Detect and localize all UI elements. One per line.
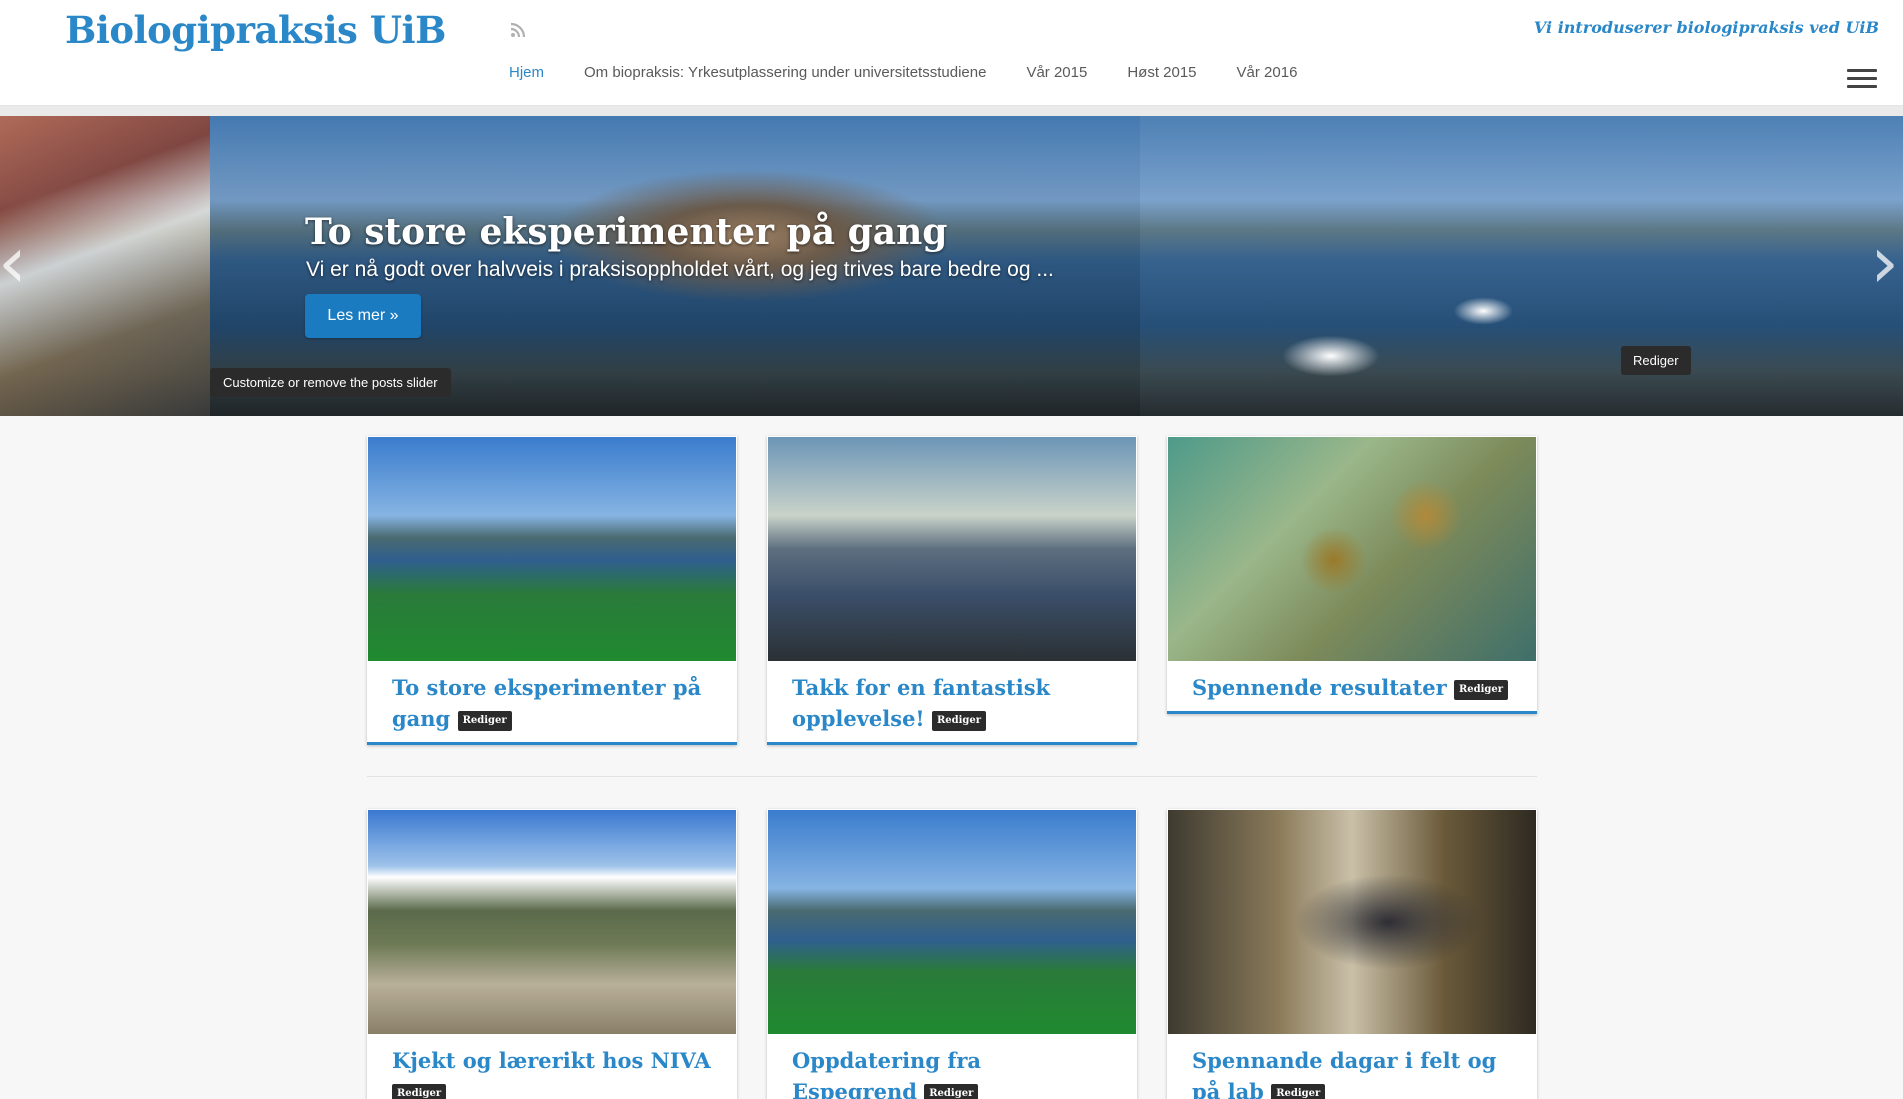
post-thumbnail[interactable] <box>768 437 1136 661</box>
post-card: To store eksperimenter på gang Rediger <box>367 436 737 745</box>
post-edit-button[interactable]: Rediger <box>924 1083 979 1099</box>
post-title-link[interactable]: To store eksperimenter på gang Rediger <box>367 662 737 742</box>
nav-item-om-biopraksis[interactable]: Om biopraksis: Yrkesutplassering under u… <box>584 64 986 81</box>
main-nav: Hjem Om biopraksis: Yrkesutplassering un… <box>509 64 1297 81</box>
post-edit-button[interactable]: Rediger <box>457 710 512 731</box>
post-thumbnail[interactable] <box>368 810 736 1034</box>
customize-slider-button[interactable]: Customize or remove the posts slider <box>210 368 451 397</box>
post-card: Kjekt og lærerikt hos NIVA Rediger <box>367 809 737 1099</box>
nav-item-hjem[interactable]: Hjem <box>509 64 544 81</box>
slide-image-right <box>1140 116 1903 416</box>
post-title[interactable]: Kjekt og lærerikt hos NIVA <box>392 1048 711 1073</box>
nav-item-var-2016[interactable]: Vår 2016 <box>1237 64 1298 81</box>
post-title[interactable]: Spennende resultater <box>1192 675 1447 700</box>
nav-item-var-2015[interactable]: Vår 2015 <box>1026 64 1087 81</box>
post-title-link[interactable]: Kjekt og lærerikt hos NIVA Rediger <box>367 1035 737 1099</box>
post-card: Spennande dagar i felt og på lab Rediger <box>1167 809 1537 1099</box>
post-card: Takk for en fantastisk opplevelse! Redig… <box>767 436 1137 745</box>
post-edit-button[interactable]: Rediger <box>1453 679 1509 700</box>
post-thumbnail[interactable] <box>368 437 736 661</box>
hamburger-menu-icon[interactable] <box>1847 69 1877 89</box>
post-title[interactable]: Spennande dagar i felt og på lab <box>1192 1048 1496 1099</box>
post-thumbnail[interactable] <box>1168 437 1536 661</box>
hamburger-line <box>1847 69 1877 72</box>
post-thumbnail[interactable] <box>768 810 1136 1034</box>
post-title[interactable]: To store eksperimenter på gang <box>392 675 701 731</box>
slider-prev-icon[interactable]: ‹ <box>0 226 27 298</box>
row-divider <box>367 776 1537 777</box>
slide-excerpt: Vi er nå godt over halvveis i praksisopp… <box>306 258 1054 281</box>
post-thumbnail[interactable] <box>1168 810 1536 1034</box>
site-header: Biologipraksis UiB Vi introduserer biolo… <box>0 0 1903 106</box>
post-title-link[interactable]: Takk for en fantastisk opplevelse! Redig… <box>767 662 1137 742</box>
post-title[interactable]: Takk for en fantastisk opplevelse! <box>792 675 1050 731</box>
post-edit-button[interactable]: Rediger <box>392 1083 447 1099</box>
site-tagline: Vi introduserer biologipraksis ved UiB <box>1533 18 1879 37</box>
post-card: Spennende resultater Rediger <box>1167 436 1537 714</box>
posts-slider: ‹ › To store eksperimenter på gang Vi er… <box>0 116 1903 416</box>
post-edit-button[interactable]: Rediger <box>931 710 987 731</box>
post-title-link[interactable]: Spennande dagar i felt og på lab Rediger <box>1167 1035 1537 1099</box>
nav-item-host-2015[interactable]: Høst 2015 <box>1127 64 1196 81</box>
post-card: Oppdatering fra Espegrend Rediger <box>767 809 1137 1099</box>
slide-image-left <box>0 116 210 416</box>
slide-edit-button[interactable]: Rediger <box>1621 346 1691 375</box>
hamburger-line <box>1847 85 1877 88</box>
header-divider-band <box>0 106 1903 116</box>
rss-icon[interactable] <box>508 20 528 40</box>
post-title-link[interactable]: Oppdatering fra Espegrend Rediger <box>767 1035 1137 1099</box>
post-edit-button[interactable]: Rediger <box>1271 1083 1326 1099</box>
site-title[interactable]: Biologipraksis UiB <box>65 8 446 52</box>
hamburger-line <box>1847 77 1877 80</box>
slider-next-icon[interactable]: › <box>1870 226 1899 298</box>
read-more-button[interactable]: Les mer » <box>305 294 421 338</box>
post-title-link[interactable]: Spennende resultater Rediger <box>1167 662 1537 711</box>
slide-title[interactable]: To store eksperimenter på gang <box>305 211 947 253</box>
